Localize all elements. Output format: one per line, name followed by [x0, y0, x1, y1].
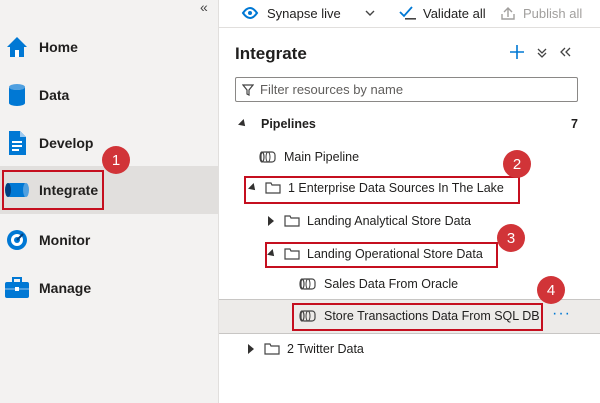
more-actions-icon[interactable]: ···: [552, 305, 571, 323]
home-icon: [4, 34, 30, 60]
callout-badge-4: 4: [537, 276, 565, 304]
callout-badge-1: 1: [102, 146, 130, 174]
publish-icon: [501, 7, 515, 20]
folder-twitter-label: 2 Twitter Data: [287, 342, 364, 356]
pipelines-label: Pipelines: [261, 117, 316, 131]
callout-highlight-integrate: [2, 170, 104, 210]
validate-all-button[interactable]: Validate all: [399, 5, 486, 21]
toolbox-icon: [4, 275, 30, 301]
workspace-label: Synapse live: [267, 5, 341, 21]
pipeline-icon: [259, 151, 276, 163]
nav-monitor-label: Monitor: [39, 232, 91, 248]
nav-data-label: Data: [39, 87, 70, 103]
collapsed-icon: [268, 216, 274, 226]
integrate-panel: Integrate Pipelines 7 Main Pipeline 1 En…: [219, 28, 600, 403]
nav-home[interactable]: Home: [0, 23, 218, 71]
tree-item-sales-pipeline[interactable]: Sales Data From Oracle: [299, 272, 458, 296]
collapsed-icon: [248, 344, 254, 354]
pipeline-icon: [299, 278, 316, 290]
filter-box: [235, 77, 578, 102]
folder-icon: [264, 343, 280, 355]
tree-folder-twitter[interactable]: 2 Twitter Data: [248, 337, 364, 361]
callout-highlight-landing-operational: [265, 242, 498, 268]
tree-folder-landing-analytical[interactable]: Landing Analytical Store Data: [268, 209, 471, 233]
callout-highlight-store-pipeline: [292, 303, 543, 331]
publish-all-label: Publish all: [523, 5, 583, 21]
panel-title: Integrate: [235, 44, 307, 63]
pipelines-section-header[interactable]: Pipelines 7: [238, 112, 584, 136]
nav-home-label: Home: [39, 39, 78, 55]
nav-manage[interactable]: Manage: [0, 264, 218, 312]
sales-pipeline-label: Sales Data From Oracle: [324, 277, 459, 291]
chevron-down-icon: [365, 10, 375, 16]
add-icon[interactable]: [509, 44, 525, 60]
workspace-selector[interactable]: Synapse live: [241, 5, 375, 21]
callout-highlight-enterprise: [244, 176, 520, 204]
main-pipeline-label: Main Pipeline: [284, 150, 360, 164]
validate-icon: [399, 6, 416, 20]
nav-data[interactable]: Data: [0, 71, 218, 119]
collapse-nav-icon[interactable]: «: [200, 0, 208, 15]
callout-badge-3: 3: [497, 224, 525, 252]
synapse-icon: [241, 7, 259, 19]
folder-landing-analytical-label: Landing Analytical Store Data: [307, 214, 471, 228]
filter-icon: [242, 83, 254, 96]
filter-input[interactable]: [258, 81, 562, 98]
top-toolbar: Synapse live Validate all Publish all: [219, 0, 600, 28]
nav-develop-label: Develop: [39, 135, 94, 151]
callout-badge-2: 2: [503, 150, 531, 178]
database-icon: [4, 82, 30, 108]
validate-all-label: Validate all: [423, 5, 486, 21]
folder-icon: [284, 215, 300, 227]
document-icon: [4, 130, 30, 156]
gauge-icon: [4, 227, 30, 253]
collapse-all-icon[interactable]: [537, 47, 547, 59]
tree-item-main-pipeline[interactable]: Main Pipeline: [259, 145, 359, 169]
expand-icon: [238, 119, 248, 129]
collapse-panel-icon[interactable]: [559, 47, 571, 57]
publish-all-button[interactable]: Publish all: [500, 5, 582, 21]
pipelines-count: 7: [571, 117, 578, 131]
nav-manage-label: Manage: [39, 280, 92, 296]
nav-monitor[interactable]: Monitor: [0, 216, 218, 264]
